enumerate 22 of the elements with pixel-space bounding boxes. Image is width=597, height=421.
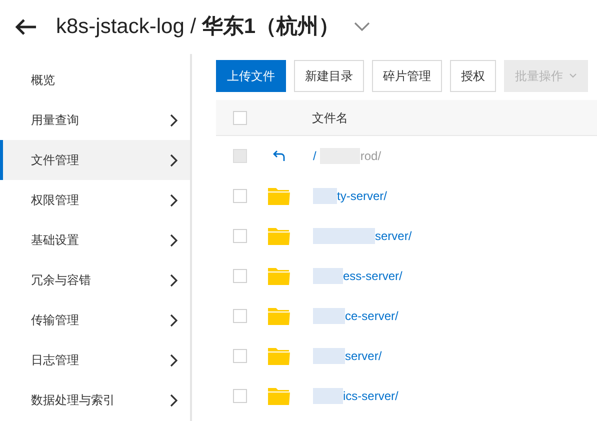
sidebar-item[interactable]: 数据处理与索引 <box>0 380 190 420</box>
sidebar-item[interactable]: 传输管理 <box>0 300 190 340</box>
folder-link[interactable]: server/ <box>345 347 382 365</box>
page-title: k8s-jstack-log / 华东1（杭州） <box>56 14 340 40</box>
sidebar-item[interactable]: 冗余与容错 <box>0 260 190 300</box>
folder-link[interactable]: ce-server/ <box>345 307 398 325</box>
sidebar-item[interactable]: 日志管理 <box>0 340 190 380</box>
sidebar-item[interactable]: 概览 <box>0 60 190 100</box>
sidebar-item[interactable]: 基础设置 <box>0 220 190 260</box>
sidebar-item[interactable]: 用量查询 <box>0 100 190 140</box>
path-slash: / <box>313 148 316 165</box>
folder-link[interactable]: ty-server/ <box>337 187 388 205</box>
column-header: 文件名 <box>312 110 348 126</box>
sidebar-item[interactable]: 文件管理 <box>0 140 190 180</box>
toolbar-button[interactable]: 上传文件 <box>216 60 286 92</box>
sidebar-item[interactable]: 权限管理 <box>0 180 190 220</box>
folder-link[interactable]: server/ <box>375 227 412 245</box>
toolbar-button[interactable]: 碎片管理 <box>372 60 442 92</box>
toolbar-button[interactable]: 授权 <box>450 60 496 92</box>
folder-link[interactable]: ess-server/ <box>343 267 402 285</box>
folder-link[interactable]: ics-server/ <box>343 387 398 405</box>
toolbar-button[interactable]: 新建目录 <box>294 60 364 92</box>
